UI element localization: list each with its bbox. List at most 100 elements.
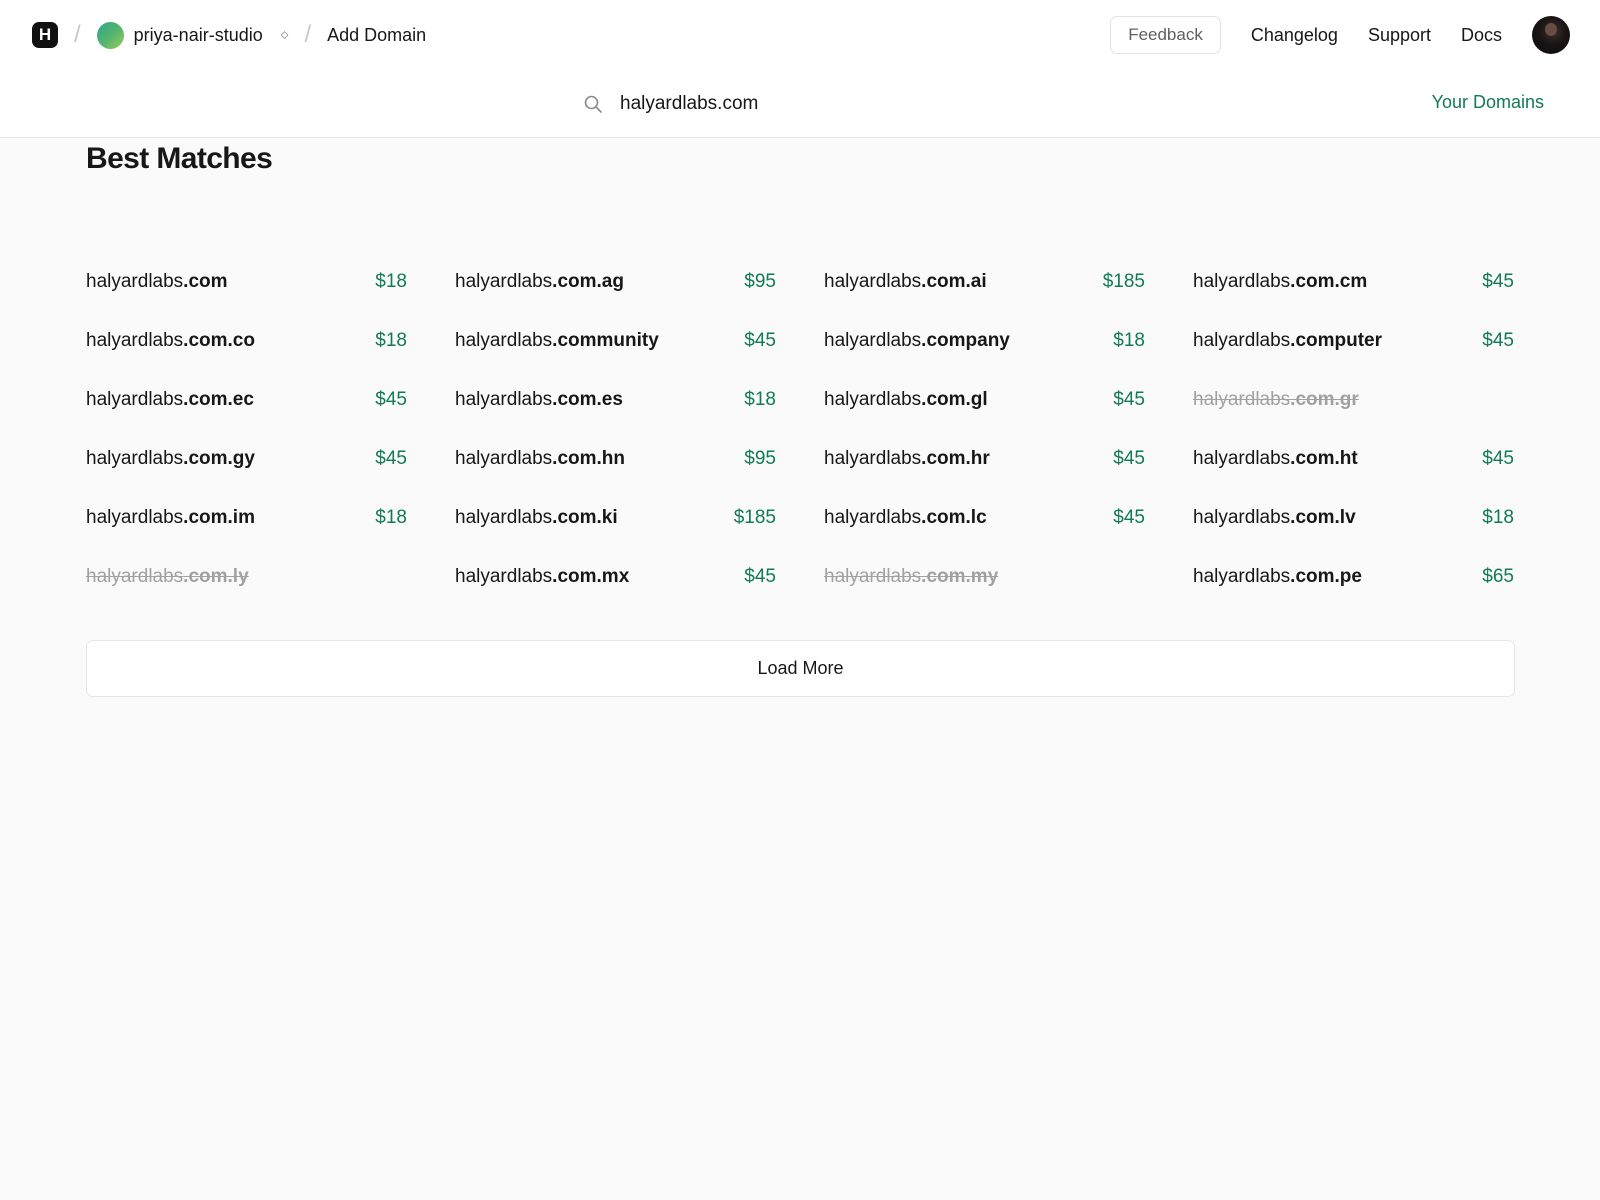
- nav-link-support[interactable]: Support: [1368, 25, 1431, 46]
- domain-result-item[interactable]: halyardlabs.computer $45: [1193, 311, 1514, 370]
- domain-base: halyardlabs: [824, 329, 922, 351]
- domain-price: $45: [1113, 506, 1145, 528]
- domain-name: halyardlabs.com.pe: [1193, 566, 1362, 588]
- domain-result-item: halyardlabs.com.ly: [86, 547, 407, 606]
- domain-price: $45: [1482, 329, 1514, 351]
- domain-result-item[interactable]: halyardlabs.com.im $18: [86, 488, 407, 547]
- team-name[interactable]: priya-nair-studio: [134, 25, 263, 46]
- domain-tld: .com.hr: [921, 447, 990, 469]
- domain-base: halyardlabs: [824, 270, 922, 292]
- domain-name: halyardlabs.com.im: [86, 507, 255, 529]
- domain-tld: .com.mx: [552, 565, 630, 587]
- nav-link-docs[interactable]: Docs: [1461, 25, 1502, 46]
- user-avatar[interactable]: [1532, 16, 1570, 54]
- domain-base: halyardlabs: [86, 329, 184, 351]
- domain-result-item[interactable]: halyardlabs.com $18: [86, 252, 407, 311]
- domain-name: halyardlabs.com.ai: [824, 271, 987, 293]
- domain-tld: .com.ki: [552, 506, 618, 528]
- domain-price: $45: [744, 565, 776, 587]
- domain-name: halyardlabs.com.hr: [824, 448, 990, 470]
- domain-tld: .com.gl: [921, 388, 988, 410]
- domain-result-item[interactable]: halyardlabs.com.ec $45: [86, 370, 407, 429]
- feedback-button[interactable]: Feedback: [1110, 16, 1221, 54]
- domain-name: halyardlabs.com.gr: [1193, 389, 1359, 411]
- domain-name: halyardlabs.com.ki: [455, 507, 618, 529]
- domain-result-item[interactable]: halyardlabs.com.hr $45: [824, 429, 1145, 488]
- top-nav: H / priya-nair-studio ⬦ / Add Domain Fee…: [0, 0, 1600, 70]
- app-logo[interactable]: H: [32, 22, 58, 48]
- domain-result-item[interactable]: halyardlabs.com.co $18: [86, 311, 407, 370]
- domain-name: halyardlabs.com.es: [455, 389, 623, 411]
- domain-name: halyardlabs.com.mx: [455, 566, 629, 588]
- domain-base: halyardlabs: [1193, 506, 1291, 528]
- domain-result-item: halyardlabs.com.gr: [1193, 370, 1514, 429]
- domain-search-bar: Your Domains: [0, 70, 1600, 138]
- domain-base: halyardlabs: [824, 447, 922, 469]
- domain-result-item[interactable]: halyardlabs.com.hn $95: [455, 429, 776, 488]
- domain-price: $95: [744, 447, 776, 469]
- domain-price: $18: [1113, 329, 1145, 351]
- domain-name: halyardlabs.com.my: [824, 566, 998, 588]
- team-avatar[interactable]: [96, 21, 124, 49]
- domain-base: halyardlabs: [1193, 329, 1291, 351]
- domain-result-item[interactable]: halyardlabs.com.mx $45: [455, 547, 776, 606]
- domain-name: halyardlabs.computer: [1193, 330, 1382, 352]
- domain-base: halyardlabs: [86, 270, 184, 292]
- domain-result-item[interactable]: halyardlabs.company $18: [824, 311, 1145, 370]
- domain-result-item: halyardlabs.com.my: [824, 547, 1145, 606]
- domain-price: $18: [375, 329, 407, 351]
- domain-tld: .com.co: [183, 329, 255, 351]
- load-more-button[interactable]: Load More: [86, 640, 1515, 697]
- your-domains-link[interactable]: Your Domains: [1432, 92, 1544, 113]
- domain-tld: .com.ht: [1290, 447, 1358, 469]
- domain-name: halyardlabs.com.hn: [455, 448, 625, 470]
- domain-base: halyardlabs: [86, 565, 184, 587]
- domain-search-input[interactable]: [620, 86, 1180, 122]
- domain-price: $45: [375, 388, 407, 410]
- domain-name: halyardlabs.com.ly: [86, 566, 249, 588]
- domain-result-item[interactable]: halyardlabs.com.es $18: [455, 370, 776, 429]
- domain-result-item[interactable]: halyardlabs.com.gy $45: [86, 429, 407, 488]
- domain-price: $45: [375, 447, 407, 469]
- domain-result-item[interactable]: halyardlabs.com.ht $45: [1193, 429, 1514, 488]
- domain-base: halyardlabs: [86, 388, 184, 410]
- domain-name: halyardlabs.com.co: [86, 330, 255, 352]
- app-logo-letter: H: [38, 25, 52, 44]
- domain-price: $18: [375, 506, 407, 528]
- domain-name: halyardlabs.com.gy: [86, 448, 255, 470]
- domain-price: $45: [1482, 270, 1514, 292]
- search-icon: [584, 95, 602, 113]
- domain-name: halyardlabs.com.gl: [824, 389, 988, 411]
- domain-price: $45: [1113, 388, 1145, 410]
- domain-name: halyardlabs.com.ag: [455, 271, 624, 293]
- domain-base: halyardlabs: [455, 506, 553, 528]
- domain-base: halyardlabs: [1193, 565, 1291, 587]
- domain-price: $65: [1482, 565, 1514, 587]
- domain-price: $185: [1102, 270, 1145, 292]
- domain-name: halyardlabs.company: [824, 330, 1010, 352]
- domain-result-item[interactable]: halyardlabs.com.cm $45: [1193, 252, 1514, 311]
- domain-name: halyardlabs.com.lc: [824, 507, 987, 529]
- domain-tld: .com.ai: [921, 270, 987, 292]
- domain-tld: .com.lc: [921, 506, 987, 528]
- domain-result-item[interactable]: halyardlabs.com.ki $185: [455, 488, 776, 547]
- domain-base: halyardlabs: [86, 506, 184, 528]
- domain-result-item[interactable]: halyardlabs.com.pe $65: [1193, 547, 1514, 606]
- domain-tld: .com.lv: [1290, 506, 1356, 528]
- team-switcher-icon[interactable]: ⬦: [281, 29, 289, 42]
- domain-result-item[interactable]: halyardlabs.com.lv $18: [1193, 488, 1514, 547]
- domain-base: halyardlabs: [824, 565, 922, 587]
- domain-base: halyardlabs: [455, 270, 553, 292]
- domain-result-item[interactable]: halyardlabs.com.ag $95: [455, 252, 776, 311]
- domain-result-item[interactable]: halyardlabs.com.ai $185: [824, 252, 1145, 311]
- domain-result-item[interactable]: halyardlabs.com.gl $45: [824, 370, 1145, 429]
- domain-tld: .com.ag: [552, 270, 624, 292]
- domain-base: halyardlabs: [455, 447, 553, 469]
- domain-base: halyardlabs: [1193, 388, 1291, 410]
- domain-price: $18: [744, 388, 776, 410]
- domain-result-item[interactable]: halyardlabs.com.lc $45: [824, 488, 1145, 547]
- domain-base: halyardlabs: [86, 447, 184, 469]
- nav-link-changelog[interactable]: Changelog: [1251, 25, 1338, 46]
- domain-result-item[interactable]: halyardlabs.community $45: [455, 311, 776, 370]
- domain-name: halyardlabs.community: [455, 330, 659, 352]
